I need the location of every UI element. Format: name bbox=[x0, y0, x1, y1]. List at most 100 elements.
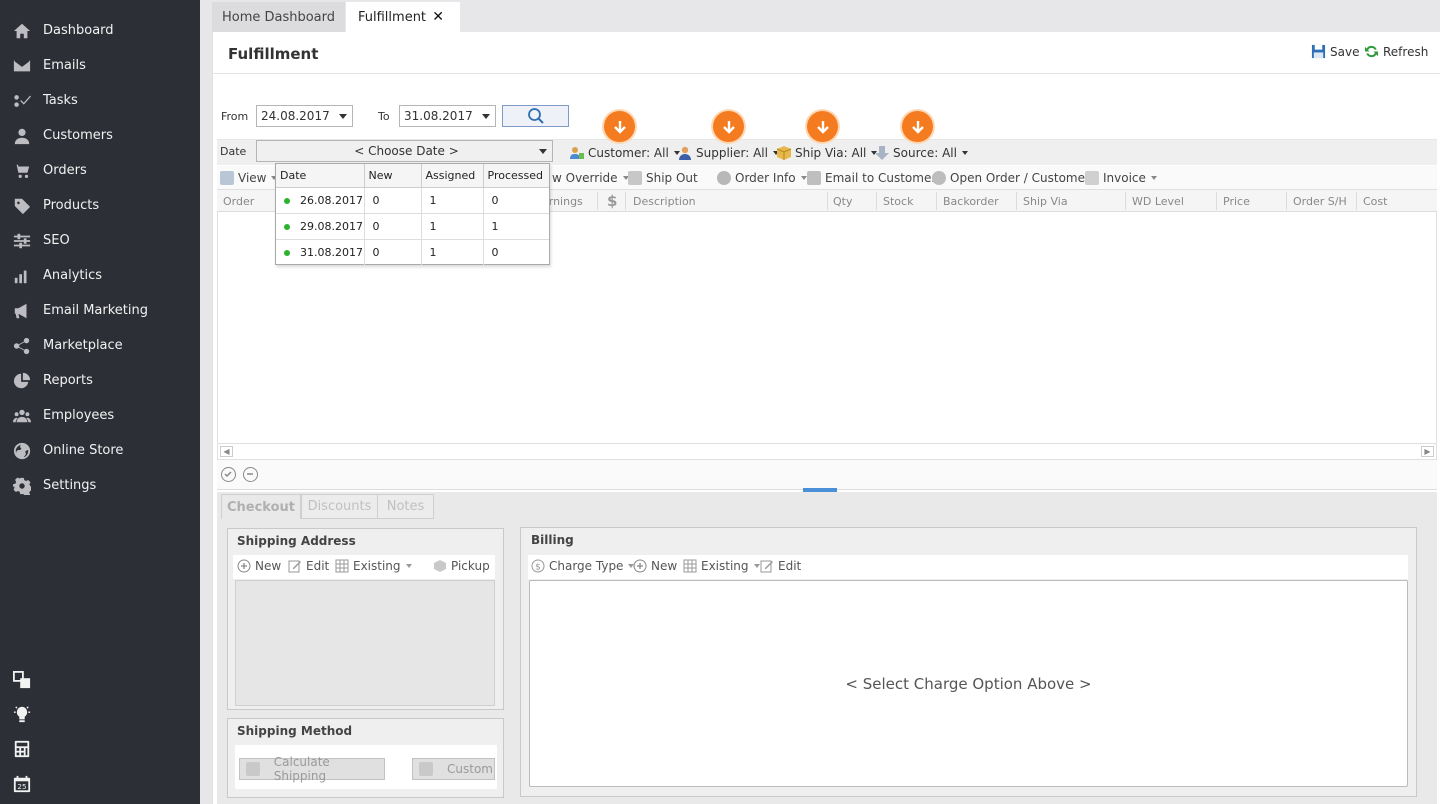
refresh-button[interactable]: Refresh bbox=[1364, 44, 1428, 59]
horizontal-scrollbar[interactable]: ◀ ▶ bbox=[217, 443, 1437, 460]
grid-icon bbox=[335, 559, 349, 573]
sidebar-item-customers[interactable]: Customers bbox=[0, 118, 200, 153]
windows-icon[interactable] bbox=[12, 670, 32, 690]
date-row[interactable]: 26.08.2017 0 1 0 bbox=[276, 187, 549, 214]
choose-date-dropdown[interactable]: < Choose Date > bbox=[256, 140, 553, 162]
download-badge-icon[interactable] bbox=[807, 111, 838, 142]
column-order[interactable]: Order bbox=[223, 195, 254, 208]
open-order-button[interactable]: Open Order / Customer bbox=[932, 171, 1090, 185]
download-badge-icon[interactable] bbox=[713, 111, 744, 142]
ship-out-button[interactable]: Ship Out bbox=[628, 171, 698, 185]
pickup-button[interactable]: Pickup bbox=[433, 559, 490, 573]
column-cost[interactable]: Cost bbox=[1363, 195, 1387, 208]
sidebar-item-label: Online Store bbox=[43, 443, 124, 458]
column-qty[interactable]: Qty bbox=[833, 195, 852, 208]
invoice-menu[interactable]: Invoice bbox=[1085, 171, 1157, 185]
supplier-filter[interactable]: Supplier: All bbox=[677, 145, 779, 161]
date-row[interactable]: 29.08.2017 0 1 1 bbox=[276, 213, 549, 240]
customer-filter[interactable]: Customer: All bbox=[569, 145, 680, 161]
status-dot-icon bbox=[284, 223, 290, 230]
column-backorder[interactable]: Backorder bbox=[943, 195, 999, 208]
user-icon bbox=[932, 171, 946, 185]
sidebar-item-orders[interactable]: Orders bbox=[0, 153, 200, 188]
box-icon bbox=[628, 171, 642, 185]
sidebar-item-employees[interactable]: Employees bbox=[0, 398, 200, 433]
new-address-button[interactable]: New bbox=[237, 559, 281, 573]
sidebar-item-email-marketing[interactable]: Email Marketing bbox=[0, 293, 200, 328]
scroll-left-icon[interactable]: ◀ bbox=[220, 446, 233, 457]
view-menu[interactable]: View bbox=[220, 171, 278, 185]
chevron-down-icon bbox=[753, 564, 760, 568]
edit-address-button[interactable]: Edit bbox=[288, 559, 329, 573]
sidebar-item-settings[interactable]: Settings bbox=[0, 468, 200, 503]
chevron-down-icon bbox=[405, 564, 412, 568]
tab-home-dashboard[interactable]: Home Dashboard bbox=[212, 2, 345, 32]
chevron-down-icon bbox=[539, 149, 547, 154]
sidebar-item-label: Settings bbox=[43, 478, 97, 493]
sidebar-item-analytics[interactable]: Analytics bbox=[0, 258, 200, 293]
calculate-shipping-button[interactable]: Calculate Shipping bbox=[239, 755, 385, 783]
calendar-icon[interactable]: 25 bbox=[12, 774, 32, 794]
source-filter[interactable]: Source: All bbox=[874, 145, 968, 161]
column-ship-via[interactable]: Ship Via bbox=[1023, 195, 1068, 208]
sidebar-item-marketplace[interactable]: Marketplace bbox=[0, 328, 200, 363]
column-separator bbox=[1286, 192, 1287, 210]
sidebar-item-seo[interactable]: SEO bbox=[0, 223, 200, 258]
from-label: From bbox=[221, 110, 249, 123]
search-button[interactable] bbox=[502, 105, 569, 127]
tab-fulfillment[interactable]: Fulfillment ✕ bbox=[346, 2, 460, 32]
tab-notes[interactable]: Notes bbox=[377, 494, 434, 519]
existing-billing-menu[interactable]: Existing bbox=[683, 559, 760, 573]
check-circle-icon[interactable] bbox=[221, 467, 236, 482]
custom-shipping-button[interactable]: Custom bbox=[412, 758, 495, 780]
order-info-menu[interactable]: Order Info bbox=[717, 171, 807, 185]
column-separator bbox=[625, 192, 626, 210]
column-description[interactable]: Description bbox=[633, 195, 696, 208]
close-icon[interactable]: ✕ bbox=[432, 9, 444, 25]
minus-circle-icon[interactable] bbox=[243, 467, 258, 482]
column-separator bbox=[827, 192, 828, 210]
scroll-right-icon[interactable]: ▶ bbox=[1421, 446, 1434, 457]
customer-icon bbox=[570, 147, 584, 159]
ship-via-filter[interactable]: Ship Via: All bbox=[776, 145, 878, 161]
column-separator bbox=[1356, 192, 1357, 210]
user-icon bbox=[12, 126, 32, 146]
view-icon bbox=[220, 171, 234, 185]
pie-chart-icon bbox=[12, 371, 32, 391]
override-menu[interactable]: w Override bbox=[552, 171, 629, 185]
sidebar-item-dashboard[interactable]: Dashboard bbox=[0, 13, 200, 48]
column-wd-level[interactable]: WD Level bbox=[1132, 195, 1184, 208]
charge-type-menu[interactable]: $ Charge Type bbox=[531, 559, 635, 573]
chevron-down-icon bbox=[800, 176, 807, 180]
column-order-sh[interactable]: Order S/H bbox=[1293, 195, 1347, 208]
from-date-picker[interactable]: 24.08.2017 bbox=[256, 105, 353, 127]
column-separator bbox=[1216, 192, 1217, 210]
tab-discounts[interactable]: Discounts bbox=[301, 494, 378, 519]
sidebar-item-label: Employees bbox=[43, 408, 115, 423]
download-badge-icon[interactable] bbox=[902, 111, 933, 142]
sidebar-item-tasks[interactable]: Tasks bbox=[0, 83, 200, 118]
sidebar-item-products[interactable]: Products bbox=[0, 188, 200, 223]
status-dot-icon bbox=[284, 197, 290, 204]
edit-billing-button[interactable]: Edit bbox=[760, 559, 801, 573]
sidebar-item-emails[interactable]: Emails bbox=[0, 48, 200, 83]
column-processed: Processed bbox=[483, 164, 549, 188]
email-customer-button[interactable]: Email to Customer bbox=[807, 171, 936, 185]
lightbulb-icon[interactable] bbox=[12, 704, 32, 724]
calculator-icon[interactable] bbox=[12, 739, 32, 759]
sidebar-item-label: Reports bbox=[43, 373, 93, 388]
sidebar-item-online-store[interactable]: Online Store bbox=[0, 433, 200, 468]
column-stock[interactable]: Stock bbox=[883, 195, 913, 208]
date-row[interactable]: 31.08.2017 0 1 0 bbox=[276, 239, 549, 265]
shipping-method-title: Shipping Method bbox=[237, 724, 353, 738]
existing-address-menu[interactable]: Existing bbox=[335, 559, 412, 573]
save-button[interactable]: Save bbox=[1311, 44, 1359, 59]
download-badge-icon[interactable] bbox=[604, 111, 635, 142]
cart-icon bbox=[12, 161, 32, 181]
dollar-icon[interactable]: $ bbox=[607, 192, 617, 210]
tab-checkout[interactable]: Checkout bbox=[221, 494, 301, 519]
sidebar-item-reports[interactable]: Reports bbox=[0, 363, 200, 398]
column-price[interactable]: Price bbox=[1223, 195, 1250, 208]
to-date-picker[interactable]: 31.08.2017 bbox=[399, 105, 496, 127]
new-billing-button[interactable]: New bbox=[633, 559, 677, 573]
